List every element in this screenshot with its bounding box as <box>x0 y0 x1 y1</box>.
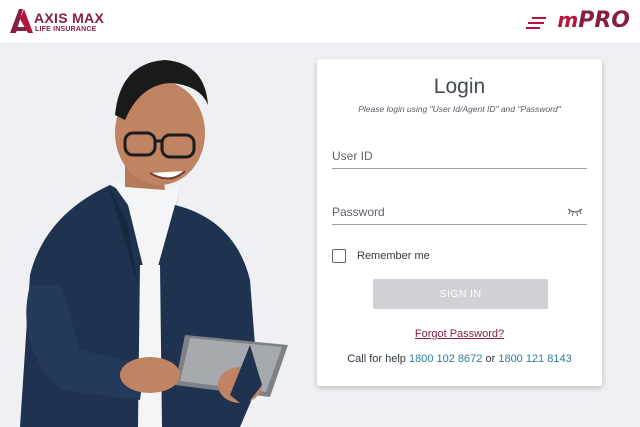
mpro-logo-main: PRO <box>578 8 630 33</box>
user-id-field <box>332 143 587 169</box>
mpro-logo: mPRO <box>526 8 634 38</box>
help-line: Call for help 1800 102 8672 or 1800 121 … <box>317 353 602 365</box>
user-id-input[interactable] <box>332 147 552 165</box>
man-with-tablet-illustration <box>20 60 288 427</box>
axis-max-logo[interactable]: AXIS MAX LIFE INSURANCE <box>8 6 108 36</box>
password-input[interactable] <box>332 203 552 221</box>
remember-me-label: Remember me <box>357 250 430 262</box>
hero-image <box>0 45 310 427</box>
help-prefix: Call for help <box>347 353 406 365</box>
top-bar: AXIS MAX LIFE INSURANCE mPRO <box>0 0 640 44</box>
login-title: Login <box>433 75 486 98</box>
login-card: Login Please login using "User Id/Agent … <box>317 59 602 386</box>
sign-in-button[interactable]: SIGN IN <box>373 279 548 309</box>
forgot-password-link[interactable]: Forgot Password? <box>415 328 504 340</box>
forgot-password-row: Forgot Password? <box>317 324 602 342</box>
speed-stripes-icon <box>526 17 546 29</box>
help-phone-2-link[interactable]: 1800 121 8143 <box>498 353 571 365</box>
eye-closed-icon[interactable] <box>567 207 583 217</box>
login-subtitle: Please login using "User Id/Agent ID" an… <box>358 104 561 114</box>
remember-me-checkbox[interactable] <box>332 249 346 263</box>
help-phone-1-link[interactable]: 1800 102 8672 <box>409 353 482 365</box>
help-or: or <box>485 353 496 365</box>
remember-me[interactable]: Remember me <box>332 247 430 265</box>
brand-name: AXIS MAX <box>34 10 105 26</box>
password-field <box>332 199 587 225</box>
mpro-logo-prefix: m <box>557 8 579 32</box>
brand-subtitle: LIFE INSURANCE <box>35 26 97 33</box>
mpro-logo-text: mPRO <box>557 8 630 33</box>
